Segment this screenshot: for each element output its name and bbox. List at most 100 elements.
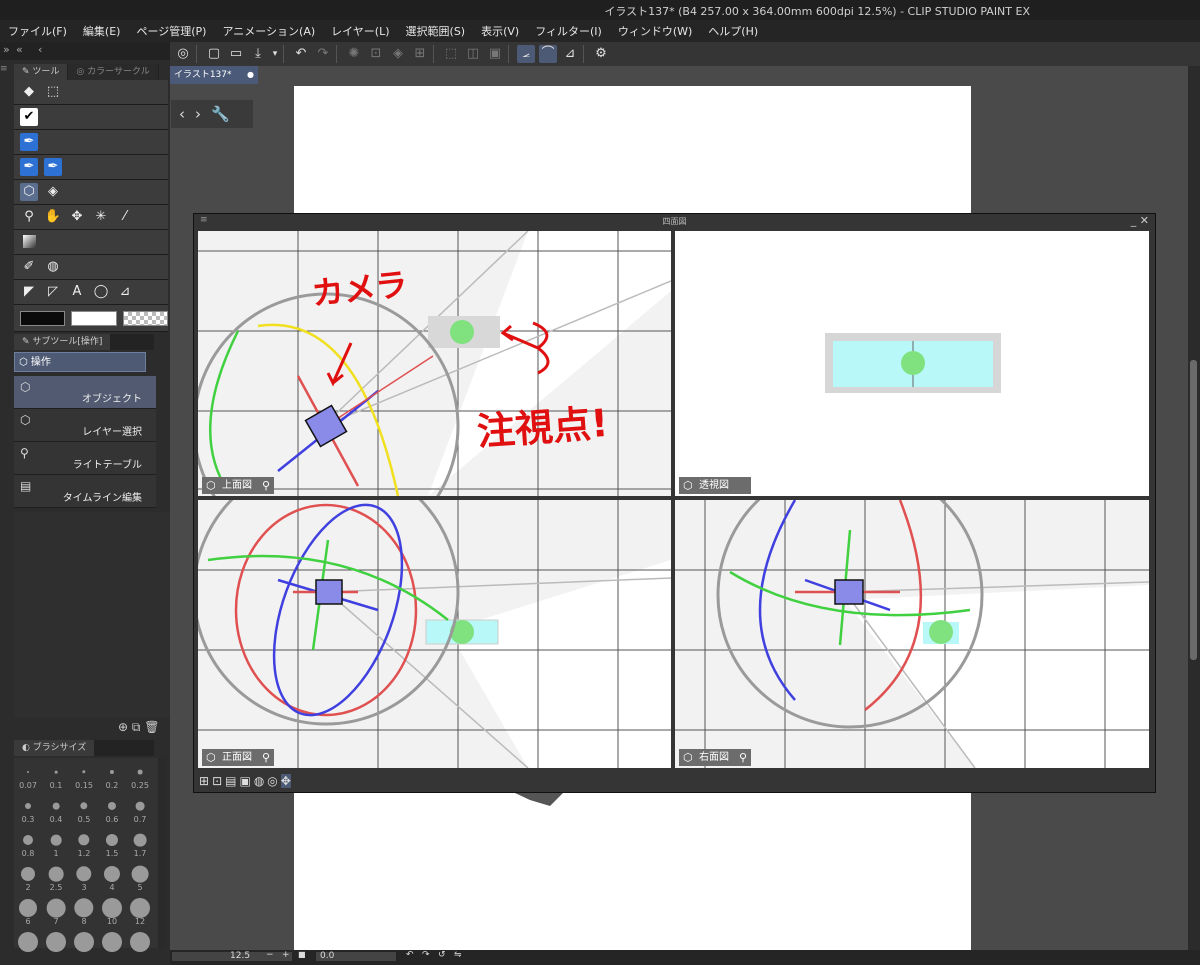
brush-size-cell[interactable]: 0.1 <box>42 758 70 792</box>
collapse-left-icon[interactable]: « <box>16 43 23 56</box>
brush-size-cell[interactable]: 6 <box>14 894 42 928</box>
settings-icon[interactable]: ⚙ <box>592 45 610 63</box>
menu-animation[interactable]: アニメーション(A) <box>222 23 315 39</box>
hand-icon[interactable]: ✋ <box>44 208 62 226</box>
decoration-icon[interactable]: ✐ <box>20 258 38 276</box>
rotation-value[interactable]: 0.0 <box>320 951 334 961</box>
object-list-icon[interactable]: ▤ <box>225 774 236 788</box>
brush-size-cell[interactable]: 0.15 <box>70 758 98 792</box>
close-icon[interactable]: _ ✕ <box>1131 214 1149 227</box>
invert-selection-icon[interactable]: ◫ <box>464 45 482 63</box>
transparent-color-swatch[interactable] <box>122 310 168 326</box>
menu-layer[interactable]: レイヤー(L) <box>331 23 389 39</box>
document-tab[interactable]: イラスト137* ● <box>170 66 258 84</box>
brush-size-cell[interactable]: 2 <box>14 860 42 894</box>
flip-icon[interactable]: ⇋ <box>454 950 462 960</box>
balloon-icon[interactable]: ◯ <box>92 283 110 301</box>
tab-tool[interactable]: ✎ ツール <box>14 64 69 80</box>
front-view-pane[interactable]: ⬡ 正面図 ⚲ <box>198 500 671 768</box>
show-selection-icon[interactable]: ▣ <box>486 45 504 63</box>
sub-tool-layer-select[interactable]: ⬡ レイヤー選択 <box>14 409 156 442</box>
brush-size-cell[interactable] <box>42 928 70 962</box>
perspective-view-pane[interactable]: ⬡ 透視図 <box>675 231 1149 496</box>
menu-selection[interactable]: 選択範囲(S) <box>406 23 466 39</box>
transform-icon[interactable]: ⊞ <box>411 45 429 63</box>
camera-view-icon[interactable]: ▣ <box>239 774 250 788</box>
menu-file[interactable]: ファイル(F) <box>8 23 67 39</box>
brush-size-cell[interactable]: 1.2 <box>70 826 98 860</box>
brush-size-cell[interactable]: 0.6 <box>98 792 126 826</box>
operation-icon[interactable]: ⬡ <box>20 183 38 201</box>
tab-brush-size[interactable]: ◐ ブラシサイズ <box>14 740 96 756</box>
collapse-icon[interactable]: » <box>3 43 10 56</box>
brush-size-cell[interactable]: 8 <box>70 894 98 928</box>
brush-size-cell[interactable]: 0.25 <box>126 758 154 792</box>
frame-icon[interactable]: ◸ <box>44 283 62 301</box>
brush-size-cell[interactable] <box>126 928 154 962</box>
blend-icon[interactable]: ◍ <box>44 258 62 276</box>
menu-view[interactable]: 表示(V) <box>481 23 519 39</box>
auto-select-icon[interactable]: ✔ <box>20 108 38 126</box>
sub-tool-timeline-edit[interactable]: ▤ タイムライン編集 <box>14 475 156 508</box>
figure-icon[interactable]: ◤ <box>20 283 38 301</box>
zoom-in-icon[interactable]: + <box>282 950 290 960</box>
chevron-left-icon[interactable]: ‹ <box>38 43 42 56</box>
zoom-icon[interactable]: ⚲ <box>20 208 38 226</box>
brush-size-cell[interactable]: 7 <box>42 894 70 928</box>
clear-icon[interactable]: ✺ <box>345 45 363 63</box>
add-subtool-icon[interactable]: ⊕ <box>118 720 128 734</box>
brush-icon[interactable]: ✒ <box>44 158 62 176</box>
brush-size-cell[interactable]: 0.7 <box>126 792 154 826</box>
copy-subtool-icon[interactable]: ⧉ <box>132 720 141 734</box>
snap-grid-icon[interactable]: ⊿ <box>561 45 579 63</box>
wrench-icon[interactable]: ⚲ <box>739 749 747 766</box>
brush-size-scrollbar[interactable] <box>158 758 166 948</box>
stop-icon[interactable]: ■ <box>298 950 306 959</box>
eraser-icon[interactable]: ◆ <box>20 83 38 101</box>
right-view-pane[interactable]: ⬡ 右面図 ⚲ <box>675 500 1149 768</box>
pen-icon[interactable]: ✒ <box>20 133 38 151</box>
zoom-out-icon[interactable]: − <box>266 950 274 960</box>
menu-edit[interactable]: 編集(E) <box>83 23 121 39</box>
grid-icon[interactable]: ⊞ <box>199 774 209 788</box>
brush-size-cell[interactable]: 0.2 <box>98 758 126 792</box>
brush-size-cell[interactable]: 0.5 <box>70 792 98 826</box>
rotate-right-icon[interactable]: ↷ <box>422 950 430 960</box>
wrench-icon[interactable]: 🔧 <box>211 105 230 123</box>
redo-icon[interactable]: ↷ <box>314 45 332 63</box>
focus-icon[interactable]: ◎ <box>267 774 277 788</box>
reset-rotation-icon[interactable]: ↺ <box>438 950 446 960</box>
sub-tool-group[interactable]: ⬡ 操作 <box>14 352 146 372</box>
undo-icon[interactable]: ↶ <box>292 45 310 63</box>
clip-studio-icon[interactable]: ◎ <box>174 45 192 63</box>
gradient-icon[interactable] <box>20 233 38 251</box>
vertical-scroll-thumb[interactable] <box>1190 360 1197 660</box>
brush-size-cell[interactable] <box>70 928 98 962</box>
brush-size-cell[interactable]: 4 <box>98 860 126 894</box>
auto-action-icon[interactable]: ✳ <box>92 208 110 226</box>
brush-size-cell[interactable]: 12 <box>126 894 154 928</box>
brush-size-cell[interactable]: 0.8 <box>14 826 42 860</box>
new-icon[interactable]: ▢ <box>205 45 223 63</box>
brush-size-cell[interactable]: 5 <box>126 860 154 894</box>
menu-filter[interactable]: フィルター(I) <box>535 23 602 39</box>
menu-help[interactable]: ヘルプ(H) <box>708 23 758 39</box>
snap-special-ruler-icon[interactable]: ⌒ <box>539 45 557 63</box>
deselect-icon[interactable]: ⬚ <box>442 45 460 63</box>
brush-size-cell[interactable]: 0.07 <box>14 758 42 792</box>
brush-size-cell[interactable]: 3 <box>70 860 98 894</box>
pencil-icon[interactable]: ✒ <box>20 158 38 176</box>
menu-page[interactable]: ページ管理(P) <box>136 23 206 39</box>
sub-tool-object[interactable]: ⬡ オブジェクト <box>14 376 156 409</box>
fill-icon[interactable]: ◈ <box>44 183 62 201</box>
chevron-right-icon[interactable]: › <box>195 105 201 123</box>
snap-ruler-icon[interactable]: ⦟ <box>517 45 535 63</box>
main-color-swatch[interactable] <box>20 310 66 326</box>
brush-size-cell[interactable]: 0.3 <box>14 792 42 826</box>
text-icon[interactable]: A <box>68 283 86 301</box>
move-icon[interactable]: ✥ <box>68 208 86 226</box>
correction-icon[interactable]: ⊿ <box>116 283 134 301</box>
sphere-icon[interactable]: ◍ <box>254 774 264 788</box>
tab-sub-tool[interactable]: ✎ サブツール[操作] <box>14 334 112 350</box>
sub-tool-light-table[interactable]: ⚲ ライトテーブル <box>14 442 156 475</box>
